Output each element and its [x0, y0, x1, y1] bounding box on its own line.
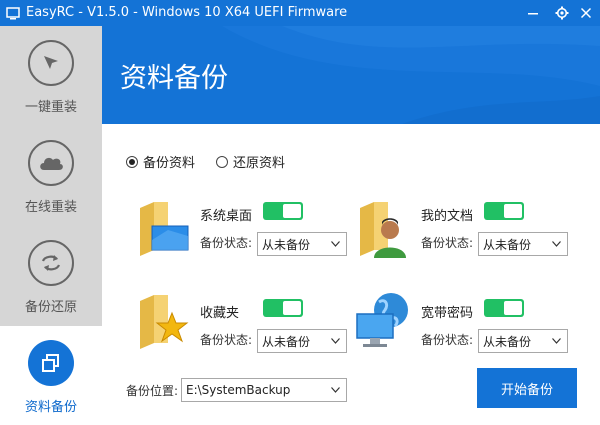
- chevron-down-icon: [331, 338, 340, 344]
- settings-button[interactable]: [550, 2, 574, 24]
- page-header: 资料备份: [102, 26, 600, 124]
- desktop-folder-icon: [140, 202, 189, 256]
- sidebar: 一键重装 在线重装 备份还原 资料备份: [0, 26, 102, 425]
- sidebar-item-backup-restore[interactable]: 备份还原: [0, 226, 102, 326]
- app-icon: [6, 7, 20, 20]
- network-globe-icon: [356, 293, 408, 347]
- sidebar-item-label: 资料备份: [24, 400, 77, 415]
- backup-location-label: 备份位置:: [126, 384, 179, 398]
- copy-icon: [28, 340, 74, 386]
- chevron-down-icon: [552, 241, 561, 247]
- favorites-toggle[interactable]: [263, 299, 303, 317]
- item-name: 系统桌面: [200, 209, 253, 224]
- minimize-button[interactable]: [521, 2, 545, 24]
- status-label: 备份状态:: [200, 333, 253, 347]
- backup-mode-label: 备份资料: [143, 156, 196, 171]
- start-backup-button[interactable]: 开始备份: [477, 368, 577, 408]
- close-button[interactable]: [574, 2, 598, 24]
- sidebar-item-label: 在线重装: [24, 200, 77, 215]
- minimize-icon: [528, 13, 538, 15]
- documents-toggle[interactable]: [484, 202, 524, 220]
- chevron-down-icon: [552, 338, 561, 344]
- restore-mode-label: 还原资料: [233, 156, 286, 171]
- radio-checked-icon: [126, 155, 138, 168]
- status-label: 备份状态:: [200, 236, 253, 250]
- close-icon: [580, 7, 592, 19]
- sidebar-item-label: 一键重装: [24, 100, 77, 115]
- item-name: 宽带密码: [421, 306, 474, 321]
- broadband-status-select[interactable]: 从未备份: [478, 329, 568, 353]
- chevron-down-icon: [331, 387, 340, 393]
- status-label: 备份状态:: [421, 236, 474, 250]
- sidebar-item-one-click-reinstall[interactable]: 一键重装: [0, 26, 102, 126]
- radio-unchecked-icon: [216, 155, 228, 168]
- chevron-down-icon: [331, 241, 340, 247]
- backup-mode-radio[interactable]: 备份资料: [126, 152, 195, 171]
- desktop-toggle[interactable]: [263, 202, 303, 220]
- backup-location-select[interactable]: E:\SystemBackup: [181, 378, 347, 402]
- documents-status-select[interactable]: 从未备份: [478, 232, 568, 256]
- documents-folder-icon: [360, 202, 406, 258]
- broadband-toggle[interactable]: [484, 299, 524, 317]
- window-title: EasyRC - V1.5.0 - Windows 10 X64 UEFI Fi…: [26, 5, 348, 20]
- favorites-folder-icon: [140, 295, 189, 349]
- gear-icon: [555, 6, 569, 20]
- page-title: 资料备份: [120, 63, 228, 94]
- cursor-arrow-icon: [28, 40, 74, 86]
- title-bar: EasyRC - V1.5.0 - Windows 10 X64 UEFI Fi…: [0, 0, 600, 26]
- cloud-icon: [28, 140, 74, 186]
- item-name: 收藏夹: [200, 306, 240, 321]
- item-name: 我的文档: [421, 209, 474, 224]
- sidebar-item-data-backup[interactable]: 资料备份: [0, 326, 102, 425]
- sidebar-item-label: 备份还原: [24, 300, 77, 315]
- desktop-status-select[interactable]: 从未备份: [257, 232, 347, 256]
- restore-mode-radio[interactable]: 还原资料: [216, 152, 285, 171]
- refresh-arrows-icon: [28, 240, 74, 286]
- status-label: 备份状态:: [421, 333, 474, 347]
- favorites-status-select[interactable]: 从未备份: [257, 329, 347, 353]
- sidebar-item-online-reinstall[interactable]: 在线重装: [0, 126, 102, 226]
